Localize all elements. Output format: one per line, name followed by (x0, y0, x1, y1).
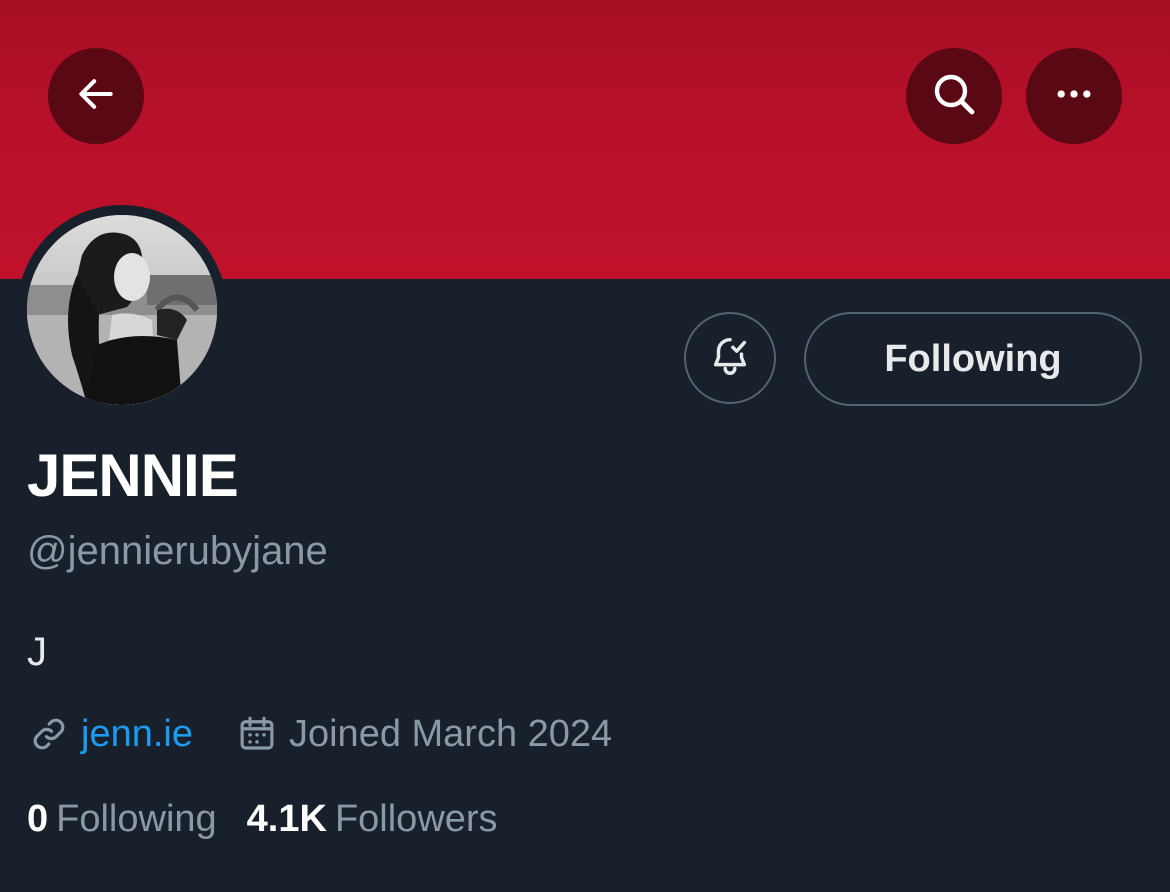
following-button-label: Following (884, 337, 1062, 380)
search-button[interactable] (906, 48, 1002, 144)
avatar[interactable] (27, 215, 217, 405)
followers-label: Followers (334, 797, 498, 840)
calendar-icon (235, 712, 279, 756)
profile-page: Following JENNIE @jennierubyjane J jenn.… (0, 0, 1170, 892)
profile-meta: jenn.ie Joined March 2024 (27, 710, 612, 758)
more-horizontal-icon (1052, 72, 1096, 121)
username-handle: @jennierubyjane (27, 529, 328, 573)
back-button[interactable] (48, 48, 144, 144)
bell-check-icon (707, 333, 753, 384)
search-icon (930, 70, 978, 123)
avatar-ring[interactable] (17, 205, 227, 415)
more-options-button[interactable] (1026, 48, 1122, 144)
link-icon (27, 712, 71, 756)
display-name: JENNIE (27, 442, 239, 509)
followers-stat[interactable]: 4.1K Followers (247, 798, 498, 841)
joined-item: Joined March 2024 (235, 712, 612, 756)
avatar-photo (27, 215, 217, 405)
followers-count: 4.1K (246, 797, 327, 840)
profile-stats: 0 Following 4.1K Followers (27, 795, 498, 843)
notifications-button[interactable] (684, 312, 776, 404)
profile-bio: J (27, 630, 47, 674)
arrow-left-icon (74, 72, 118, 121)
following-stat[interactable]: 0 Following (27, 798, 217, 841)
joined-date: Joined March 2024 (288, 712, 613, 755)
following-button[interactable]: Following (804, 312, 1142, 406)
website-link[interactable]: jenn.ie (81, 713, 193, 756)
website-item[interactable]: jenn.ie (27, 712, 193, 756)
following-label: Following (56, 797, 217, 840)
following-count: 0 (27, 797, 49, 840)
